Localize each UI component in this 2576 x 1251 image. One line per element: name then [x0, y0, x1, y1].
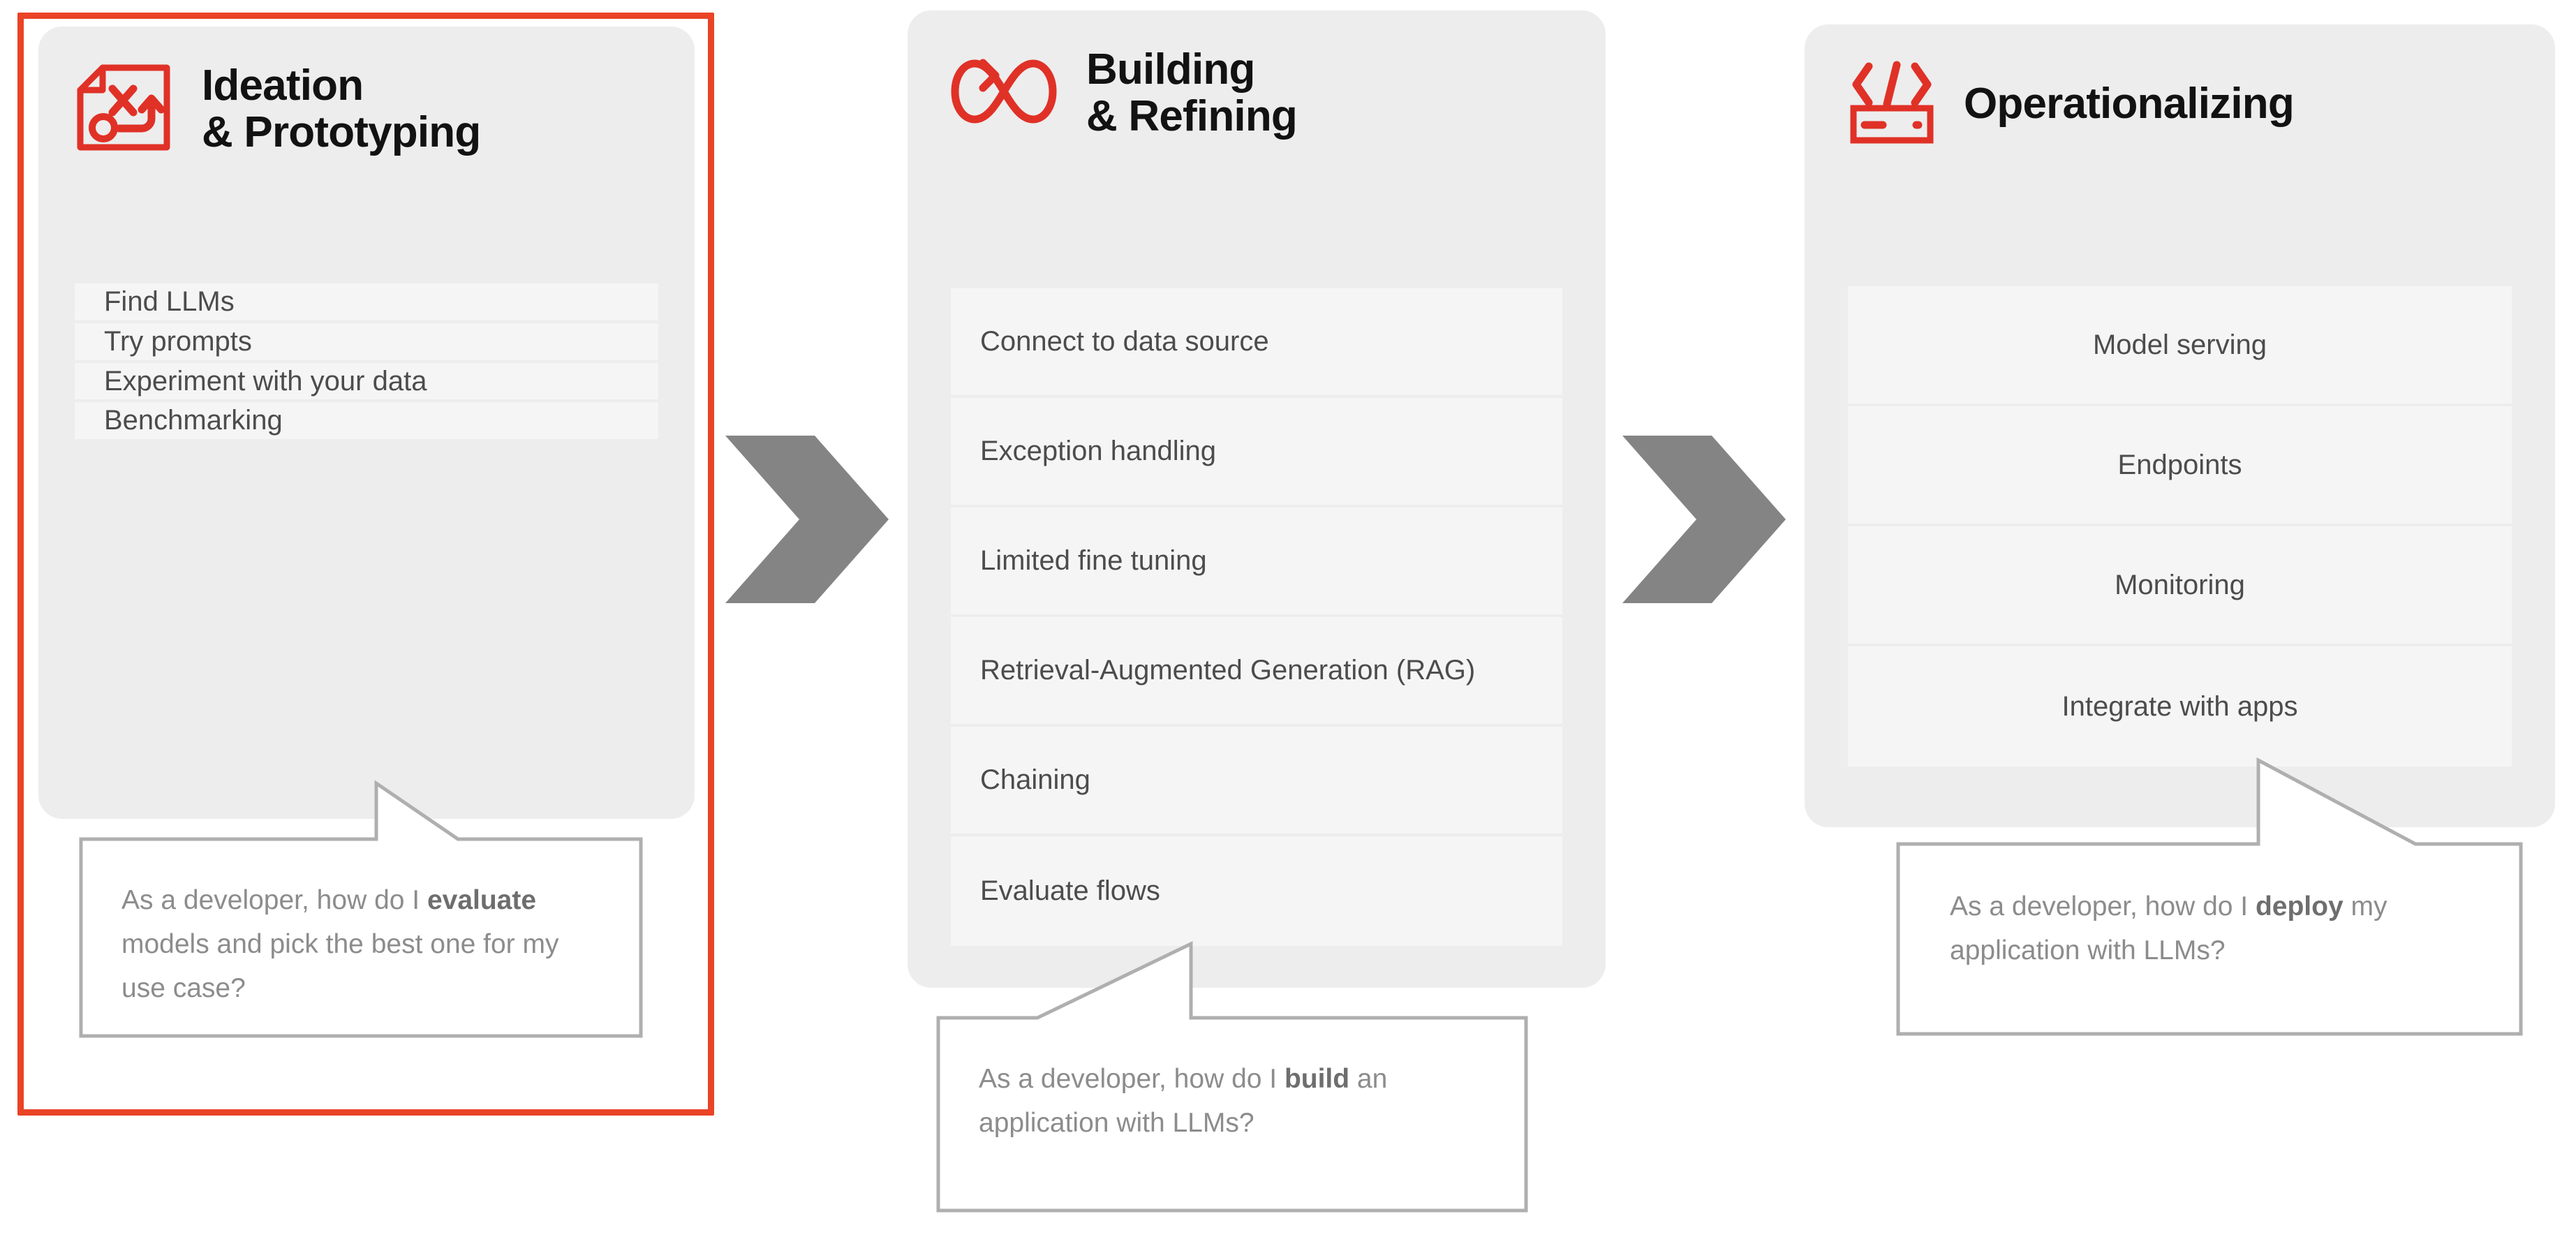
strategy-plan-icon — [75, 64, 172, 155]
list-item[interactable]: Integrate with apps — [1848, 646, 2512, 767]
callout-text: As a developer, how do I evaluate models… — [121, 878, 609, 1011]
list-item[interactable]: Endpoints — [1848, 406, 2512, 526]
stage-item-list: Model serving Endpoints Monitoring Integ… — [1848, 286, 2512, 767]
stage-header: Operationalizing — [1805, 24, 2555, 148]
stage-item-list: Find LLMs Try prompts Experiment with yo… — [75, 283, 658, 440]
stage-card-ideation-prototyping[interactable]: Ideation & Prototyping Find LLMs Try pro… — [38, 27, 695, 819]
chevron-arrow-2-icon — [1614, 434, 1787, 608]
stage-card-building-refining[interactable]: Building & Refining Connect to data sour… — [908, 10, 1606, 988]
callout-bubble-ideation: As a developer, how do I evaluate models… — [78, 780, 644, 1039]
infinity-loop-arrow-icon — [951, 53, 1057, 133]
stage-item-list: Connect to data source Exception handlin… — [951, 288, 1562, 946]
callout-bubble-operationalizing: As a developer, how do I deploy my appli… — [1895, 757, 2524, 1037]
list-item[interactable]: Connect to data source — [951, 288, 1562, 398]
list-item[interactable]: Retrieval-Augmented Generation (RAG) — [951, 617, 1562, 727]
stage-card-operationalizing[interactable]: Operationalizing Model serving Endpoints… — [1805, 24, 2555, 827]
callout-prefix: As a developer, how do I — [1950, 891, 2256, 921]
callout-bubble-building: As a developer, how do I build an applic… — [935, 941, 1529, 1213]
stage-title: Operationalizing — [1964, 80, 2295, 128]
list-item[interactable]: Try prompts — [75, 323, 658, 363]
stage-title: Building & Refining — [1086, 45, 1298, 140]
callout-prefix: As a developer, how do I — [979, 1064, 1285, 1094]
callout-suffix: models and pick the best one for my use … — [121, 929, 559, 1004]
list-item[interactable]: Monitoring — [1848, 526, 2512, 646]
callout-emphasis: build — [1284, 1064, 1350, 1094]
callout-prefix: As a developer, how do I — [121, 885, 427, 915]
callout-emphasis: deploy — [2255, 891, 2344, 921]
callout-emphasis: evaluate — [427, 885, 537, 915]
callout-text: As a developer, how do I build an applic… — [979, 1057, 1494, 1145]
list-item[interactable]: Benchmarking — [75, 402, 658, 440]
list-item[interactable]: Model serving — [1848, 286, 2512, 406]
stage-title: Ideation & Prototyping — [202, 61, 481, 156]
list-item[interactable]: Find LLMs — [75, 283, 658, 323]
callout-text: As a developer, how do I deploy my appli… — [1950, 884, 2489, 972]
list-item[interactable]: Exception handling — [951, 398, 1562, 508]
code-server-icon — [1848, 61, 1936, 148]
list-item[interactable]: Limited fine tuning — [951, 508, 1562, 617]
list-item[interactable]: Evaluate flows — [951, 836, 1562, 946]
chevron-arrow-1-icon — [717, 434, 890, 608]
stage-header: Building & Refining — [908, 10, 1606, 140]
list-item[interactable]: Chaining — [951, 727, 1562, 836]
list-item[interactable]: Experiment with your data — [75, 362, 658, 403]
stage-header: Ideation & Prototyping — [38, 27, 695, 156]
